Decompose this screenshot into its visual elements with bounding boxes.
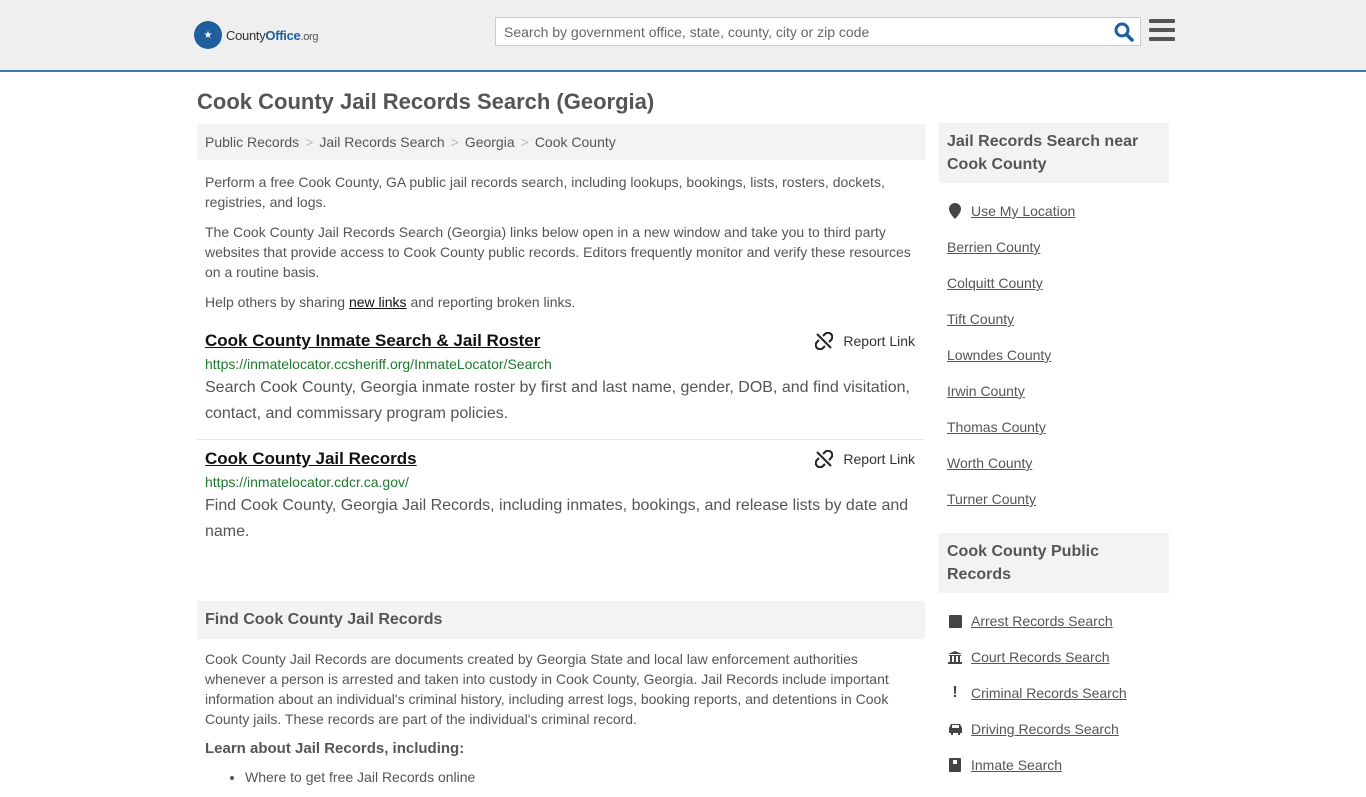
nearby-county-item: Tift County — [947, 301, 1161, 337]
exclamation-icon: ! — [952, 684, 958, 701]
breadcrumb-separator: > — [520, 134, 529, 150]
breadcrumb: Public Records > Jail Records Search > Georg… — [197, 124, 925, 160]
criminal-records-link[interactable]: Criminal Records Search — [971, 685, 1127, 701]
use-location-item: Use My Location — [947, 193, 1161, 229]
nearby-county-link[interactable]: Berrien County — [947, 239, 1040, 255]
map-marker-icon — [947, 203, 963, 219]
find-records-heading: Find Cook County Jail Records — [197, 601, 925, 639]
report-link-button[interactable]: Report Link — [815, 450, 915, 468]
breadcrumb-separator: > — [305, 134, 314, 150]
search-input[interactable] — [496, 18, 1106, 45]
nearby-county-link[interactable]: Lowndes County — [947, 347, 1051, 363]
report-link-label: Report Link — [843, 333, 915, 349]
nearby-county-link[interactable]: Worth County — [947, 455, 1032, 471]
nearby-county-item: Colquitt County — [947, 265, 1161, 301]
share-paragraph: Help others by sharing new links and rep… — [205, 294, 576, 310]
main-content: Public Records > Jail Records Search > Georg… — [197, 124, 925, 797]
nearby-county-item: Turner County — [947, 481, 1161, 517]
logo-text: CountyOffice.org — [226, 27, 319, 43]
result-url: https://inmatelocator.cdcr.ca.gov/ — [205, 474, 409, 490]
intro-paragraph: The Cook County Jail Records Search (Geo… — [205, 224, 911, 280]
nearby-county-item: Berrien County — [947, 229, 1161, 265]
driving-records-link[interactable]: Driving Records Search — [971, 721, 1119, 737]
inmate-search-link[interactable]: Inmate Search — [971, 757, 1062, 773]
breadcrumb-jail-records-search[interactable]: Jail Records Search — [319, 134, 444, 150]
intro-paragraph: Perform a free Cook County, GA public ja… — [205, 174, 885, 210]
public-records-list: Arrest Records Search Court Records Sear… — [939, 593, 1169, 793]
broken-link-icon — [815, 450, 834, 468]
public-record-item: ! Criminal Records Search — [947, 675, 1161, 711]
public-record-item: Court Records Search — [947, 639, 1161, 675]
result-item: Cook County Jail Records Report Link htt… — [197, 440, 925, 557]
nearby-list: Use My Location Berrien County Colquitt … — [939, 183, 1169, 527]
square-icon — [947, 614, 963, 628]
arrest-records-link[interactable]: Arrest Records Search — [971, 613, 1113, 629]
breadcrumb-separator: > — [450, 134, 459, 150]
nearby-county-item: Worth County — [947, 445, 1161, 481]
nearby-county-link[interactable]: Tift County — [947, 311, 1014, 327]
nearby-county-item: Lowndes County — [947, 337, 1161, 373]
breadcrumb-public-records[interactable]: Public Records — [205, 134, 299, 150]
site-header: ★ CountyOffice.org — [0, 0, 1366, 72]
car-icon — [947, 723, 963, 735]
search-box — [495, 17, 1141, 46]
breadcrumb-cook-county[interactable]: Cook County — [535, 134, 616, 150]
hamburger-menu-icon[interactable] — [1149, 19, 1175, 41]
report-link-label: Report Link — [843, 451, 915, 467]
nearby-county-link[interactable]: Thomas County — [947, 419, 1046, 435]
result-url: https://inmatelocator.ccsheriff.org/Inma… — [205, 356, 552, 372]
courthouse-icon — [947, 650, 963, 664]
search-icon[interactable] — [1114, 22, 1134, 42]
public-record-item: Inmate Search — [947, 747, 1161, 783]
broken-link-icon — [815, 332, 834, 350]
result-item: Cook County Inmate Search & Jail Roster … — [197, 322, 925, 440]
breadcrumb-georgia[interactable]: Georgia — [465, 134, 515, 150]
id-badge-icon — [947, 758, 963, 772]
result-title-link[interactable]: Cook County Inmate Search & Jail Roster — [205, 330, 540, 352]
new-links-link[interactable]: new links — [349, 294, 407, 310]
find-records-body: Cook County Jail Records are documents c… — [197, 639, 925, 797]
public-records-heading: Cook County Public Records — [939, 533, 1169, 593]
result-title-link[interactable]: Cook County Jail Records — [205, 448, 417, 470]
use-my-location-link[interactable]: Use My Location — [971, 203, 1075, 219]
report-link-button[interactable]: Report Link — [815, 332, 915, 350]
nearby-heading: Jail Records Search near Cook County — [939, 123, 1169, 183]
result-description: Find Cook County, Georgia Jail Records, … — [205, 497, 909, 540]
page-title: Cook County Jail Records Search (Georgia… — [197, 89, 655, 114]
site-logo[interactable]: ★ CountyOffice.org — [194, 21, 318, 49]
nearby-county-link[interactable]: Colquitt County — [947, 275, 1043, 291]
learn-list: Where to get free Jail Records online — [245, 767, 917, 787]
public-record-item: Driving Records Search — [947, 711, 1161, 747]
find-records-paragraph: Cook County Jail Records are documents c… — [205, 651, 889, 727]
nearby-county-link[interactable]: Turner County — [947, 491, 1036, 507]
public-record-item: Arrest Records Search — [947, 603, 1161, 639]
learn-list-item: Where to get free Jail Records online — [245, 767, 917, 787]
nearby-county-item: Thomas County — [947, 409, 1161, 445]
result-description: Search Cook County, Georgia inmate roste… — [205, 379, 910, 422]
nearby-county-link[interactable]: Irwin County — [947, 383, 1025, 399]
court-records-link[interactable]: Court Records Search — [971, 649, 1110, 665]
nearby-county-item: Irwin County — [947, 373, 1161, 409]
logo-eagle-icon: ★ — [194, 21, 222, 49]
learn-heading: Learn about Jail Records, including: — [205, 740, 465, 757]
intro: Perform a free Cook County, GA public ja… — [197, 160, 925, 312]
sidebar: Jail Records Search near Cook County Use… — [939, 123, 1169, 793]
